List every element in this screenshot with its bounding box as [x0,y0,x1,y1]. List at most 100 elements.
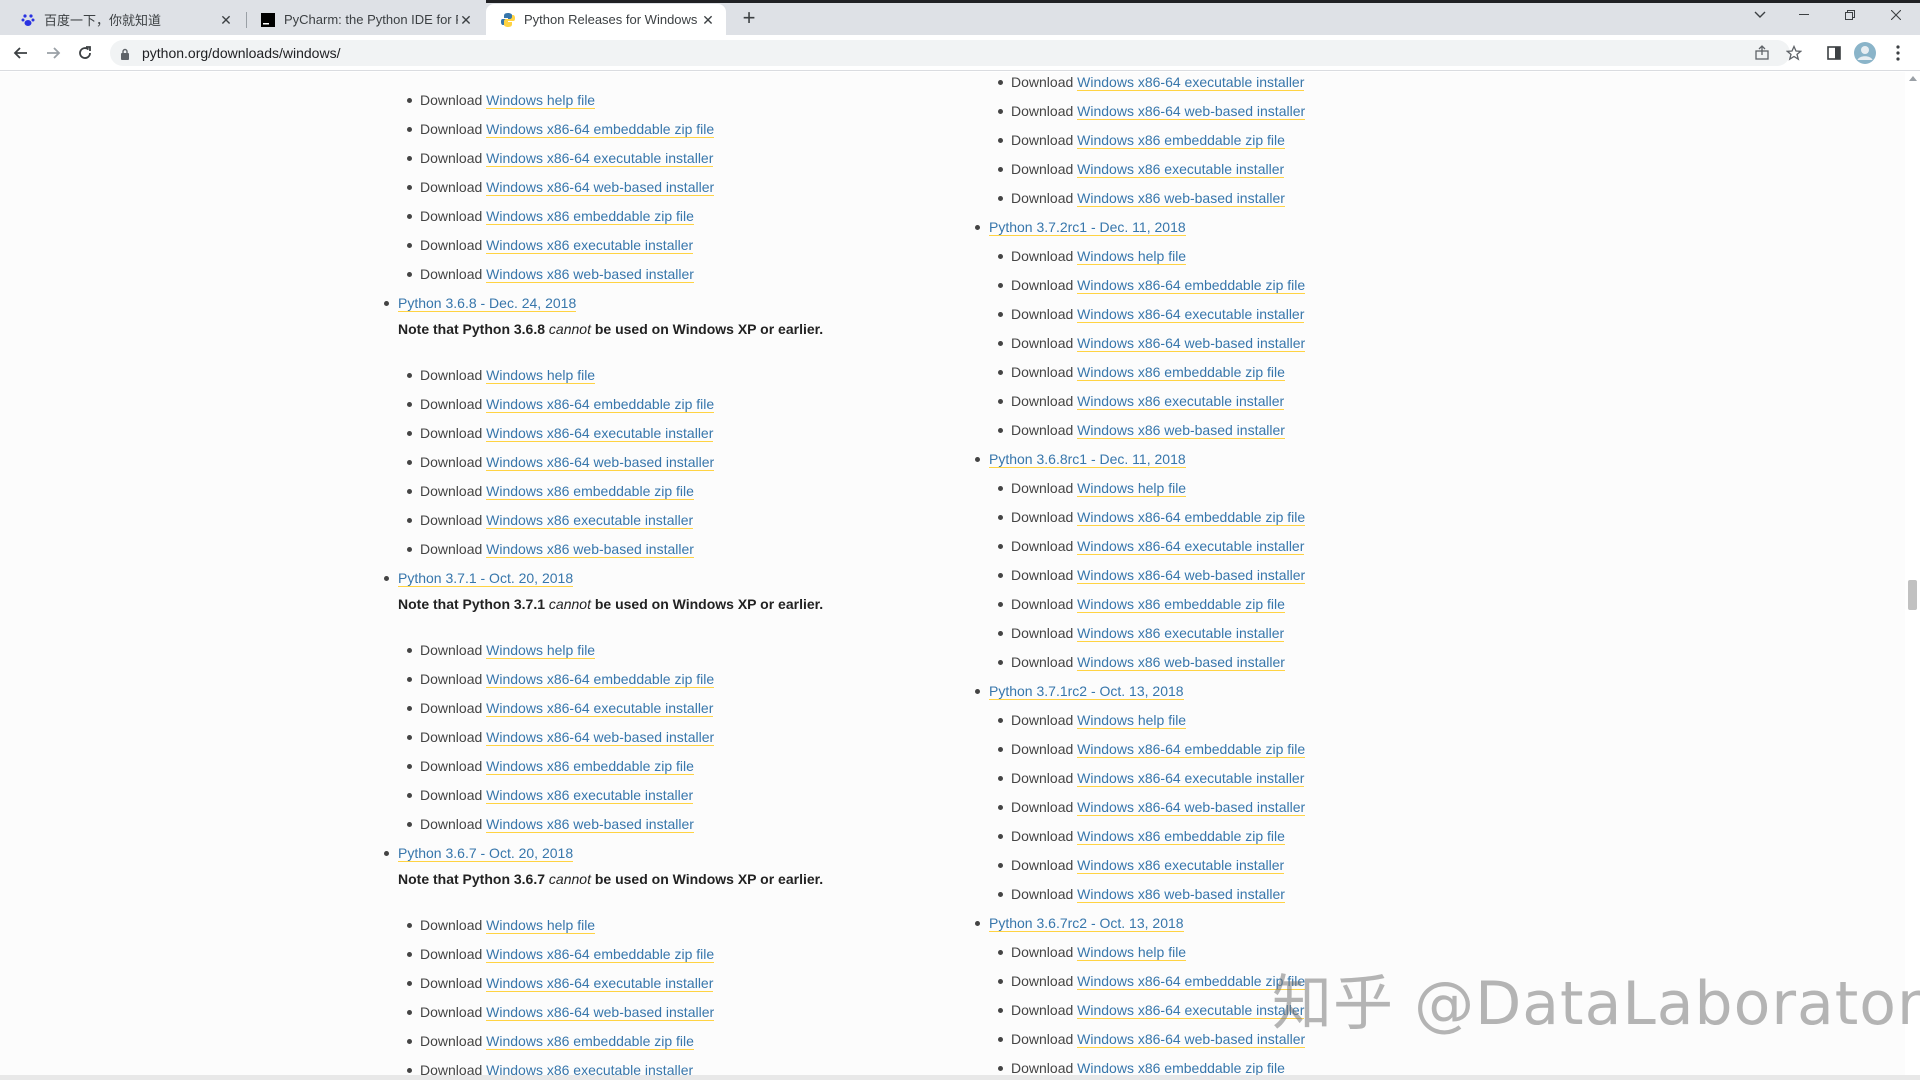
download-link[interactable]: Windows help file [486,642,596,659]
download-link[interactable]: Windows x86-64 executable installer [486,975,714,992]
download-item: Download Windows x86 executable installe… [406,1062,694,1075]
download-link[interactable]: Windows help file [486,917,596,934]
download-link[interactable]: Windows x86 web-based installer [486,816,694,833]
download-link[interactable]: Windows x86 executable installer [1077,161,1285,178]
download-link[interactable]: Windows help file [1077,248,1187,265]
download-link[interactable]: Windows x86-64 web-based installer [1077,799,1306,816]
release-link[interactable]: Python 3.7.1 - Oct. 20, 2018 [398,570,574,587]
download-link[interactable]: Windows x86-64 web-based installer [486,729,715,746]
release-link[interactable]: Python 3.6.8rc1 - Dec. 11, 2018 [989,451,1186,468]
download-link[interactable]: Windows x86-64 executable installer [1077,74,1305,91]
release-link[interactable]: Python 3.7.1rc2 - Oct. 13, 2018 [989,683,1184,700]
download-link[interactable]: Windows x86-64 embeddable zip file [1077,741,1306,758]
download-link[interactable]: Windows x86-64 embeddable zip file [486,946,715,963]
reload-icon[interactable] [71,39,99,67]
release-link[interactable]: Python 3.6.7 - Oct. 20, 2018 [398,845,574,862]
note-text: Note that Python 3.6.7 [398,871,549,887]
download-link[interactable]: Windows x86 executable installer [486,237,694,254]
tab-search-icon[interactable] [1740,0,1780,30]
download-item: Download Windows x86-64 embeddable zip f… [997,509,1306,526]
download-link[interactable]: Windows x86 executable installer [486,1062,694,1075]
download-link[interactable]: Windows x86 executable installer [486,512,694,529]
more-menu-icon[interactable] [1886,41,1910,65]
download-link[interactable]: Windows x86 web-based installer [1077,886,1285,903]
download-link[interactable]: Windows x86-64 embeddable zip file [486,396,715,413]
release-link[interactable]: Python 3.7.2rc1 - Dec. 11, 2018 [989,219,1186,236]
download-link[interactable]: Windows x86 web-based installer [1077,190,1285,207]
download-link[interactable]: Windows x86-64 web-based installer [486,1004,715,1021]
download-item: Download Windows help file [406,92,596,109]
download-link[interactable]: Windows x86 embeddable zip file [1077,828,1285,845]
download-link[interactable]: Windows x86-64 executable installer [486,150,714,167]
download-item: Download Windows help file [406,917,596,934]
scroll-up-arrow-icon[interactable] [1909,76,1917,81]
vertical-scrollbar[interactable] [1905,72,1920,1075]
download-link[interactable]: Windows help file [486,92,596,109]
download-link[interactable]: Windows x86-64 web-based installer [486,179,715,196]
download-link[interactable]: Windows x86 embeddable zip file [486,483,694,500]
download-link[interactable]: Windows x86-64 executable installer [1077,770,1305,787]
download-link[interactable]: Windows x86-64 web-based installer [486,454,715,471]
download-link[interactable]: Windows help file [1077,944,1187,961]
download-link[interactable]: Windows x86-64 web-based installer [1077,335,1306,352]
back-arrow-icon[interactable] [7,39,35,67]
download-link[interactable]: Windows x86 embeddable zip file [1077,596,1285,613]
download-item: Download Windows x86-64 web-based instal… [406,179,715,196]
download-link[interactable]: Windows x86-64 embeddable zip file [1077,509,1306,526]
close-tab-icon[interactable]: ✕ [700,12,716,28]
download-link[interactable]: Windows x86 embeddable zip file [1077,364,1285,381]
download-link[interactable]: Windows x86-64 embeddable zip file [1077,973,1306,990]
download-link[interactable]: Windows x86 executable installer [1077,393,1285,410]
scrollbar-thumb[interactable] [1908,580,1917,610]
side-panel-icon[interactable] [1822,41,1846,65]
download-link[interactable]: Windows x86-64 executable installer [1077,306,1305,323]
download-link[interactable]: Windows help file [1077,712,1187,729]
download-item: Download Windows x86-64 executable insta… [406,425,714,442]
lock-icon[interactable] [120,47,130,65]
download-link[interactable]: Windows x86 embeddable zip file [1077,132,1285,149]
download-link[interactable]: Windows x86 executable installer [1077,625,1285,642]
download-link[interactable]: Windows x86 embeddable zip file [486,758,694,775]
close-tab-icon[interactable]: ✕ [218,12,234,28]
download-link[interactable]: Windows help file [486,367,596,384]
download-link[interactable]: Windows help file [1077,480,1187,497]
close-tab-icon[interactable]: ✕ [458,12,474,28]
download-link[interactable]: Windows x86 embeddable zip file [486,208,694,225]
restore-icon[interactable] [1830,0,1870,30]
download-label: Download [420,208,483,224]
close-window-icon[interactable] [1876,0,1916,30]
download-link[interactable]: Windows x86 executable installer [1077,857,1285,874]
download-link[interactable]: Windows x86-64 executable installer [486,425,714,442]
download-link[interactable]: Windows x86-64 executable installer [486,700,714,717]
minimize-icon[interactable] [1784,0,1824,30]
share-icon[interactable] [1750,41,1774,65]
release-link[interactable]: Python 3.6.7rc2 - Oct. 13, 2018 [989,915,1184,932]
profile-avatar[interactable] [1853,41,1877,65]
download-item: Download Windows x86-64 embeddable zip f… [406,946,715,963]
download-link[interactable]: Windows x86 web-based installer [1077,654,1285,671]
address-bar[interactable]: python.org/downloads/windows/ [110,40,1790,66]
bookmark-star-icon[interactable] [1782,41,1806,65]
download-link[interactable]: Windows x86-64 embeddable zip file [486,671,715,688]
download-link[interactable]: Windows x86-64 executable installer [1077,1002,1305,1019]
download-link[interactable]: Windows x86-64 embeddable zip file [1077,277,1306,294]
download-link[interactable]: Windows x86-64 embeddable zip file [486,121,715,138]
download-link[interactable]: Windows x86 embeddable zip file [486,1033,694,1050]
download-link[interactable]: Windows x86 executable installer [486,787,694,804]
download-link[interactable]: Windows x86-64 executable installer [1077,538,1305,555]
download-link[interactable]: Windows x86 web-based installer [486,541,694,558]
download-link[interactable]: Windows x86-64 web-based installer [1077,103,1306,120]
download-label: Download [1011,422,1074,438]
download-link[interactable]: Windows x86-64 web-based installer [1077,567,1306,584]
new-tab-button[interactable]: + [736,6,762,32]
download-link[interactable]: Windows x86 embeddable zip file [1077,1060,1285,1075]
download-link[interactable]: Windows x86 web-based installer [1077,422,1285,439]
tab-python-releases[interactable]: Python Releases for Windows ✕ [486,4,726,35]
download-link[interactable]: Windows x86 web-based installer [486,266,694,283]
forward-arrow-icon[interactable] [39,39,67,67]
tab-pycharm[interactable]: PyCharm: the Python IDE for P ✕ [246,4,484,35]
release-link[interactable]: Python 3.6.8 - Dec. 24, 2018 [398,295,577,312]
tab-baidu[interactable]: 百度一下，你就知道 ✕ [6,4,244,35]
download-label: Download [420,121,483,137]
download-link[interactable]: Windows x86-64 web-based installer [1077,1031,1306,1048]
